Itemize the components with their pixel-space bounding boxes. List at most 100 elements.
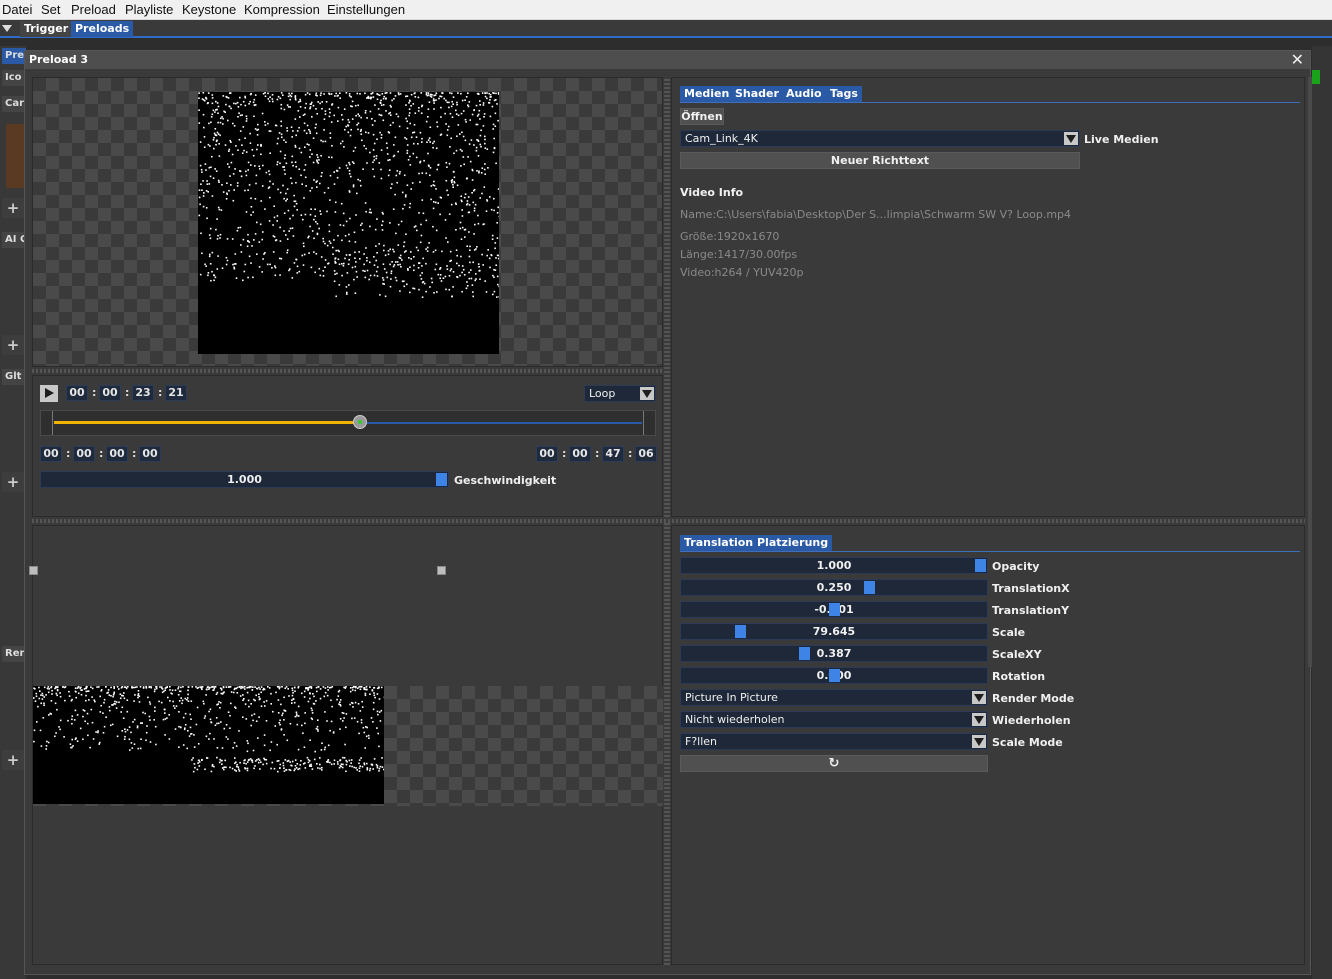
particle [285,686,288,688]
add-icon[interactable]: + [2,335,24,355]
bg-tab-pre[interactable]: Pre [2,48,26,64]
param-slider-opacity[interactable]: 1.000 [680,557,988,574]
horizontal-splitter[interactable] [32,519,1305,523]
tab-preloads[interactable]: Preloads [71,21,134,37]
end-minutes[interactable]: 00 [569,446,591,462]
particle [91,696,93,698]
particle [421,199,424,201]
param-slider-knob[interactable] [829,603,840,616]
start-minutes[interactable]: 00 [73,446,95,462]
timeline-start-marker[interactable] [41,411,53,435]
tab-medien[interactable]: Medien [680,86,734,102]
bg-tab-ren[interactable]: Ren [2,646,26,662]
speed-slider-knob[interactable] [436,473,447,486]
current-seconds[interactable]: 23 [132,385,154,401]
resize-handle[interactable] [437,566,446,575]
add-icon[interactable]: + [2,472,24,492]
current-hours[interactable]: 00 [66,385,88,401]
tab-platzierung[interactable]: Platzierung [753,535,833,551]
particle [279,723,281,726]
particle [252,276,254,279]
add-icon[interactable]: + [2,198,24,218]
bg-tab-ico[interactable]: Ico [2,70,26,86]
particle [395,174,398,177]
param-slider-translationx[interactable]: 0.250 [680,579,988,596]
timeline-end-marker[interactable] [643,411,655,435]
current-minutes[interactable]: 00 [99,385,121,401]
repeat-dropdown[interactable]: Nicht wiederholen [680,711,988,728]
collapse-icon[interactable] [2,25,12,32]
param-slider-translationy[interactable]: -0.001 [680,601,988,618]
particle [496,275,499,278]
menu-playliste[interactable]: Playliste [125,2,173,17]
particle [378,243,380,245]
param-slider-knob[interactable] [864,581,875,594]
splitter[interactable] [32,369,663,373]
menu-set[interactable]: Set [41,2,61,17]
speed-slider[interactable]: 1.000 [40,471,449,488]
particle [241,152,244,154]
play-button[interactable] [40,385,58,402]
start-seconds[interactable]: 00 [106,446,128,462]
output-canvas[interactable] [29,525,663,965]
scrollbar[interactable] [1308,77,1312,667]
menu-kompression[interactable]: Kompression [244,2,320,17]
scale-mode-dropdown[interactable]: F?llen [680,733,988,750]
end-frames[interactable]: 06 [635,446,657,462]
tab-tags[interactable]: Tags [826,86,862,102]
tab-trigger[interactable]: Trigger [20,21,73,37]
end-hours[interactable]: 00 [536,446,558,462]
timeline[interactable] [40,410,656,436]
particle [74,690,77,693]
menu-preload[interactable]: Preload [71,2,116,17]
media-source-dropdown[interactable]: Cam_Link_4K [680,130,1080,147]
particle [456,101,458,104]
particle [218,722,220,725]
menu-datei[interactable]: Datei [2,2,32,17]
loop-mode-dropdown[interactable]: Loop [584,385,656,402]
param-slider-rotation[interactable]: 0.000 [680,667,988,684]
close-icon[interactable]: ✕ [1291,51,1304,69]
new-richtext-button[interactable]: Neuer Richttext [680,152,1080,169]
particle [257,123,259,126]
bg-tab-ai[interactable]: AI G [2,232,26,248]
particle [268,220,271,222]
open-button[interactable]: Öffnen [680,108,724,125]
current-frames[interactable]: 21 [165,385,187,401]
particle [178,725,180,728]
param-slider-knob[interactable] [735,625,746,638]
menu-keystone[interactable]: Keystone [182,2,236,17]
particle [409,100,411,102]
reset-button[interactable]: ↻ [680,755,988,772]
particle [74,738,77,740]
bg-tab-car[interactable]: Car [2,96,26,112]
render-mode-dropdown[interactable]: Picture In Picture [680,689,988,706]
param-slider-knob[interactable] [799,647,810,660]
particle [124,730,127,733]
start-hours[interactable]: 00 [40,446,62,462]
param-slider-knob[interactable] [829,669,840,682]
end-seconds[interactable]: 47 [602,446,624,462]
playhead-handle[interactable] [353,415,367,429]
particle [346,291,348,294]
tab-translation[interactable]: Translation [680,535,758,551]
tab-audio[interactable]: Audio [782,86,826,102]
particle [212,686,214,688]
particle [303,122,306,125]
dialog-titlebar[interactable]: Preload 3 ✕ [25,51,1310,69]
start-frames[interactable]: 00 [139,446,161,462]
particle [468,143,471,145]
param-slider-scale[interactable]: 79.645 [680,623,988,640]
particle [296,763,299,765]
tab-shader[interactable]: Shader [731,86,783,102]
param-slider-knob[interactable] [975,559,986,572]
bg-tab-glt[interactable]: Glt [2,369,26,385]
particle [415,136,418,138]
particle [141,722,143,724]
menu-einstellungen[interactable]: Einstellungen [327,2,405,17]
resize-handle[interactable] [29,566,38,575]
particle [429,141,431,143]
param-slider-scalexy[interactable]: 0.387 [680,645,988,662]
particle [237,149,239,151]
add-icon[interactable]: + [2,750,24,770]
